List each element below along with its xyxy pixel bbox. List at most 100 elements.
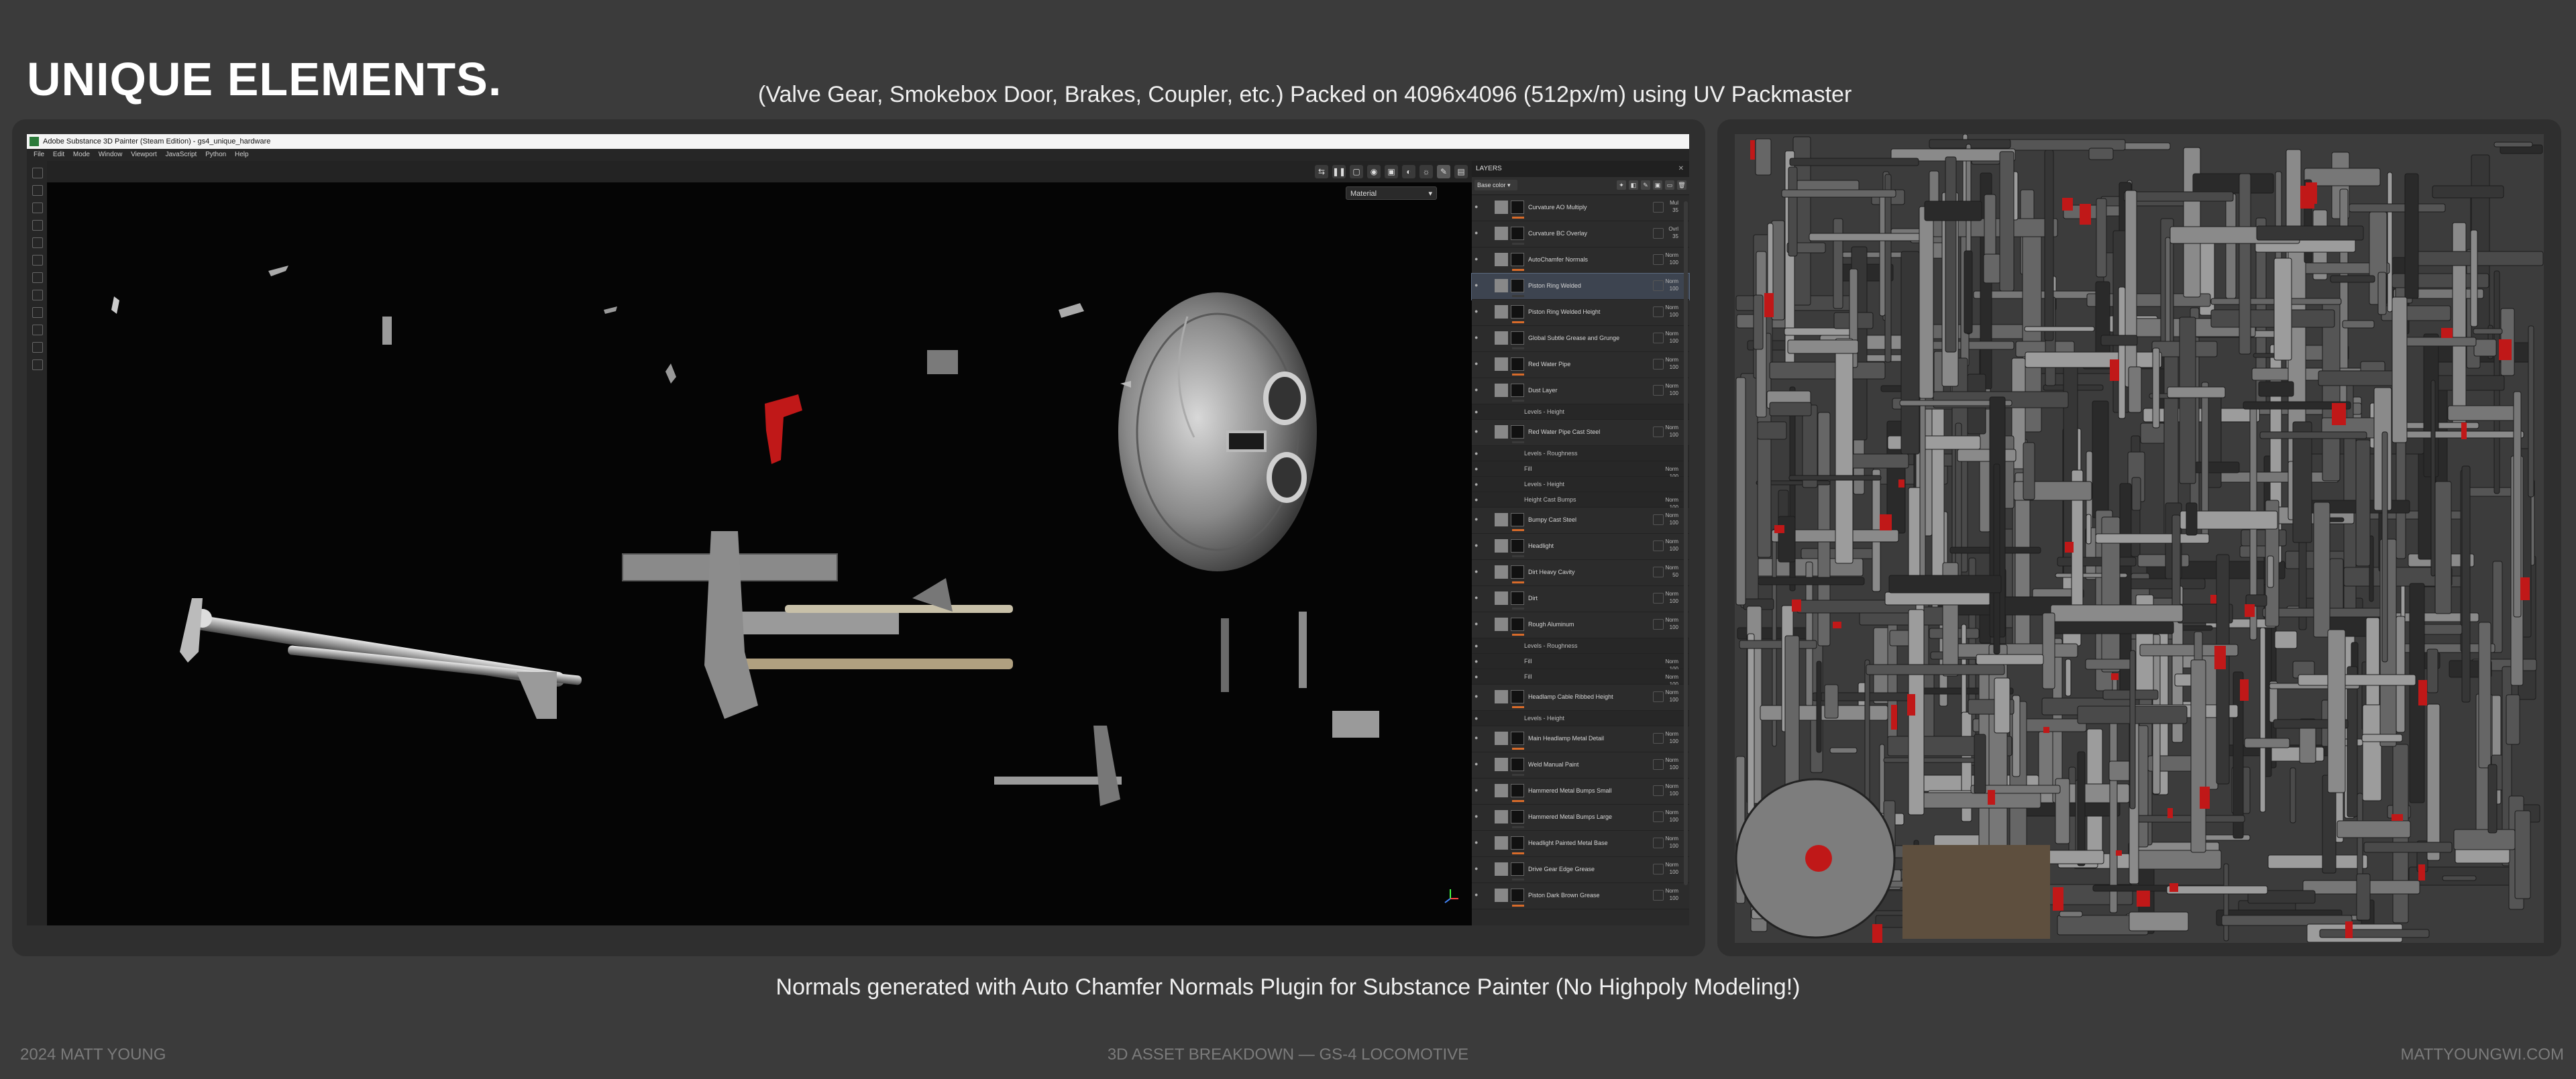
shelf-icon[interactable]: ▤ [1454,165,1468,178]
channel-select[interactable]: Base color ▾ [1474,180,1517,190]
layer-row[interactable]: ● Rough Aluminum Norm 100 [1472,612,1689,638]
visibility-eye-icon[interactable]: ● [1474,496,1481,503]
menu-window[interactable]: Window [99,151,123,158]
add-fill-layer-icon[interactable]: ▣ [1653,180,1662,190]
layer-lock-icon[interactable] [1653,733,1664,744]
close-icon[interactable]: ✕ [1678,161,1684,177]
visibility-eye-icon[interactable]: ● [1474,673,1481,680]
layer-row[interactable]: ● Dirt Norm 100 [1472,586,1689,612]
layer-lock-icon[interactable] [1653,359,1664,370]
layer-blend-opacity[interactable]: Norm100 [1665,861,1678,876]
camera-icon[interactable]: ▣ [1385,165,1398,178]
menu-python[interactable]: Python [205,151,226,158]
eraser-tool-icon[interactable] [32,185,43,196]
layer-row[interactable]: ● Piston Ring Welded Norm 100 [1471,273,1690,300]
layer-row[interactable]: ● Global Subtle Grease and Grunge Norm 100 [1472,326,1689,352]
layer-blend-opacity[interactable]: Norm100 [1665,356,1678,371]
layer-effect-row[interactable]: ●FillNorm100 [1472,669,1689,687]
visibility-eye-icon[interactable]: ● [1474,658,1481,665]
visibility-eye-icon[interactable]: ● [1474,516,1481,522]
clone-tool-icon[interactable] [32,255,43,266]
light-icon[interactable]: ☼ [1419,165,1433,178]
menu-help[interactable]: Help [235,151,249,158]
visibility-eye-icon[interactable]: ● [1474,428,1481,435]
layer-row[interactable]: ● Curvature BC Overlay Ovrl 35 [1472,221,1689,247]
layer-effect-row[interactable]: ● Levels - Roughness [1472,638,1689,654]
layer-lock-icon[interactable] [1653,619,1664,630]
visibility-eye-icon[interactable]: ● [1474,481,1481,488]
layer-lock-icon[interactable] [1653,228,1664,239]
layer-lock-icon[interactable] [1653,759,1664,770]
layer-row[interactable]: ● Curvature AO Multiply Mul 35 [1472,195,1689,221]
layer-row[interactable]: ● Weld Manual Paint Norm 100 [1472,752,1689,779]
add-mask-icon[interactable]: ◧ [1629,180,1638,190]
settings-tool-icon[interactable] [32,359,43,370]
visibility-eye-icon[interactable]: ● [1474,693,1481,699]
layer-lock-icon[interactable] [1653,890,1664,901]
visibility-eye-icon[interactable]: ● [1474,787,1481,793]
visibility-eye-icon[interactable]: ● [1474,891,1481,898]
layer-row[interactable]: ● Drive Gear Edge Grease Norm 100 [1472,857,1689,883]
layer-effect-row[interactable]: ●Height Cast BumpsNorm100 [1472,492,1689,510]
layer-blend-opacity[interactable]: Norm100 [1665,304,1678,319]
layer-lock-icon[interactable] [1653,691,1664,702]
menu-mode[interactable]: Mode [73,151,90,158]
visibility-eye-icon[interactable]: ● [1474,568,1481,575]
visibility-eye-icon[interactable]: ● [1474,594,1481,601]
layer-row[interactable]: ● Headlight Norm 100 [1472,534,1689,560]
layer-row[interactable]: ● Piston Ring Welded Height Norm 100 [1472,300,1689,326]
projection-tool-icon[interactable] [32,203,43,213]
layer-lock-icon[interactable] [1653,280,1664,291]
layer-blend-opacity[interactable]: Norm100 [1665,689,1678,703]
visibility-eye-icon[interactable]: ● [1474,386,1481,393]
layer-effect-row[interactable]: ●FillNorm100 [1472,461,1689,479]
layer-effect-row[interactable]: ● Levels - Height [1472,711,1689,726]
layer-blend-opacity[interactable]: Norm100 [1665,616,1678,631]
layer-lock-icon[interactable] [1653,254,1664,265]
layer-blend-opacity[interactable]: Norm100 [1665,538,1678,553]
environment-icon[interactable]: ◐ [1402,165,1415,178]
delete-layer-icon[interactable]: 🗑 [1677,180,1686,190]
paint-tool-icon[interactable] [32,168,43,178]
layer-row[interactable]: ● Red Water Pipe Cast Steel Norm 100 [1472,420,1689,446]
visibility-eye-icon[interactable]: ● [1474,229,1481,236]
visibility-eye-icon[interactable]: ● [1474,715,1481,722]
visibility-eye-icon[interactable]: ● [1474,865,1481,872]
layer-blend-opacity[interactable]: Norm100 [1665,887,1678,902]
picker-tool-icon[interactable] [32,272,43,283]
layer-lock-icon[interactable] [1653,385,1664,396]
layer-lock-icon[interactable] [1653,864,1664,874]
add-folder-icon[interactable]: ▭ [1665,180,1674,190]
layer-lock-icon[interactable] [1653,838,1664,848]
visibility-eye-icon[interactable]: ● [1474,308,1481,315]
smudge-tool-icon[interactable] [32,237,43,248]
layer-row[interactable]: ● Headlamp Cable Ribbed Height Norm 100 [1472,685,1689,711]
layer-row[interactable]: ● Hammered Metal Bumps Small Norm 100 [1472,779,1689,805]
layer-row[interactable]: ● Red Water Pipe Norm 100 [1472,352,1689,378]
layer-blend-opacity[interactable]: Norm100 [1665,278,1678,292]
layer-blend-opacity[interactable]: Norm100 [1665,512,1678,526]
menu-javascript[interactable]: JavaScript [166,151,197,158]
layer-row[interactable]: ● Headlight Painted Metal Base Norm 100 [1472,831,1689,857]
geometry-fill-icon[interactable] [32,220,43,231]
visibility-eye-icon[interactable]: ● [1474,839,1481,846]
layer-blend-opacity[interactable]: Norm100 [1665,809,1678,824]
layers-scrollbar[interactable] [1684,201,1688,885]
layer-blend-opacity[interactable]: Norm100 [1665,835,1678,850]
3d-viewport[interactable]: Material ▾ [47,182,1472,925]
layer-row[interactable]: ● Hammered Metal Bumps Large Norm 100 [1472,805,1689,831]
layer-lock-icon[interactable] [1653,541,1664,551]
layer-lock-icon[interactable] [1653,593,1664,604]
layer-effect-row[interactable]: ● Levels - Height [1472,404,1689,420]
visibility-eye-icon[interactable]: ● [1474,334,1481,341]
layer-row[interactable]: ● Dirt Heavy Cavity Norm 50 [1472,560,1689,586]
layer-blend-opacity[interactable]: Norm100 [1665,330,1678,345]
layer-blend-opacity[interactable]: Norm100 [1665,251,1678,266]
menu-edit[interactable]: Edit [53,151,64,158]
layer-blend-opacity[interactable]: Mul 35 [1670,199,1678,214]
layer-lock-icon[interactable] [1653,427,1664,437]
visibility-eye-icon[interactable]: ● [1474,465,1481,472]
layer-effect-row[interactable]: ● Levels - Height [1472,477,1689,492]
visibility-eye-icon[interactable]: ● [1474,620,1481,627]
layer-blend-opacity[interactable]: Ovrl 35 [1668,225,1678,240]
